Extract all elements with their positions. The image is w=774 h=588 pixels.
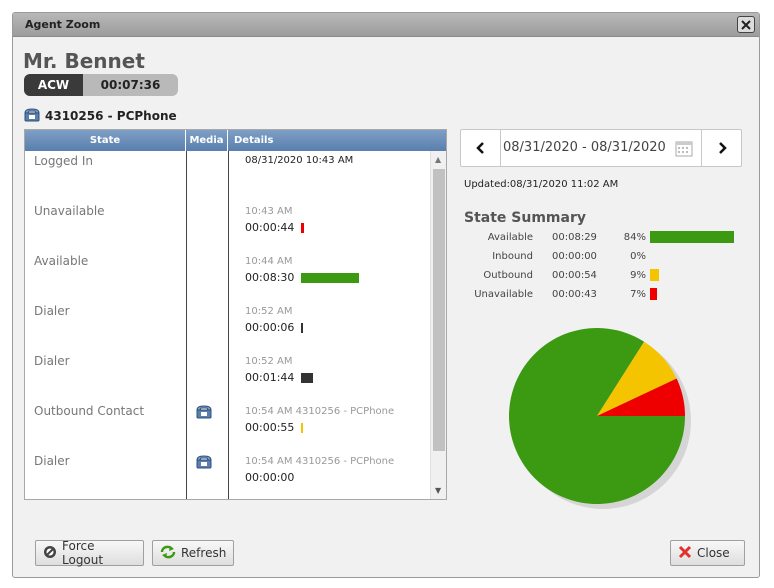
agent-state: ACW — [24, 74, 83, 96]
title-bar: Agent Zoom — [13, 13, 759, 37]
table-row[interactable]: Unavailable 10:43 AM 00:00:44 — [25, 204, 430, 254]
summary-label: Available — [487, 232, 533, 243]
summary-time: 00:08:29 — [552, 232, 597, 243]
agent-name: Mr. Bennet — [23, 49, 145, 73]
agent-state-badge: ACW 00:07:36 — [24, 74, 178, 96]
row-state: Logged In — [34, 154, 94, 168]
phone-icon — [196, 454, 212, 473]
summary-row: Available 00:08:29 84% — [464, 231, 744, 245]
close-button[interactable]: Close — [670, 540, 745, 566]
row-time: 10:54 AM 4310256 - PCPhone — [245, 406, 395, 417]
refresh-label: Refresh — [181, 546, 227, 560]
col-header-state[interactable]: State — [25, 130, 186, 151]
row-state: Dialer — [34, 354, 70, 368]
row-duration: 00:00:00 — [245, 471, 295, 484]
date-range-input[interactable]: 08/31/2020 - 08/31/2020 — [503, 140, 666, 155]
row-state: Dialer — [34, 304, 70, 318]
table-row[interactable]: Logged In 08/31/2020 10:43 AM — [25, 154, 430, 204]
row-state: Available — [34, 254, 89, 268]
agent-state-time: 00:07:36 — [83, 74, 178, 96]
updated-timestamp: Updated:08/31/2020 11:02 AM — [464, 179, 619, 190]
table-row[interactable]: Dialer 10:54 AM 4310256 - PCPhone 00:00:00 — [25, 454, 430, 499]
force-logout-button[interactable]: Force Logout — [35, 539, 144, 567]
scroll-thumb[interactable] — [433, 169, 445, 451]
summary-bar — [650, 269, 659, 281]
summary-row: Unavailable 00:00:43 7% — [464, 288, 744, 302]
prev-date-button[interactable] — [461, 130, 501, 166]
summary-label: Unavailable — [474, 289, 533, 300]
row-time: 10:54 AM 4310256 - PCPhone — [245, 456, 395, 467]
summary-time: 00:00:54 — [552, 270, 597, 281]
row-state: Unavailable — [34, 204, 105, 218]
state-history-table: State Media Details Logged In 08/31/2020 … — [24, 129, 447, 500]
row-time: 08/31/2020 10:43 AM — [245, 155, 354, 166]
row-duration: 00:01:44 — [245, 371, 295, 384]
summary-percent: 0% — [630, 251, 646, 262]
row-duration: 00:00:06 — [245, 321, 295, 334]
table-row[interactable]: Outbound Contact 10:54 AM 4310256 - PCPho… — [25, 404, 430, 454]
summary-bar — [650, 231, 734, 243]
phone-icon — [196, 404, 212, 423]
summary-percent: 84% — [623, 232, 646, 243]
row-time: 10:52 AM — [245, 356, 293, 367]
row-state: Outbound Contact — [34, 404, 145, 418]
agent-phone: 4310256 - PCPhone — [24, 107, 177, 126]
duration-bar — [301, 373, 313, 383]
summary-label: Outbound — [483, 270, 533, 281]
next-date-button[interactable] — [701, 130, 741, 166]
summary-time: 00:00:00 — [552, 251, 597, 262]
row-time: 10:44 AM — [245, 256, 293, 267]
summary-row: Inbound 00:00:00 0% — [464, 250, 744, 264]
phone-icon — [24, 107, 40, 126]
window-title: Agent Zoom — [25, 18, 101, 31]
table-scrollbar[interactable]: ▲ ▼ — [430, 151, 446, 499]
row-duration: 00:00:55 — [245, 421, 295, 434]
table-row[interactable]: Dialer 10:52 AM 00:01:44 — [25, 354, 430, 404]
table-row[interactable]: Available 10:44 AM 00:08:30 — [25, 254, 430, 304]
scroll-down-icon[interactable]: ▼ — [435, 486, 441, 495]
close-icon[interactable] — [737, 16, 755, 33]
calendar-icon[interactable] — [675, 140, 693, 161]
table-row[interactable]: Dialer 10:52 AM 00:00:06 — [25, 304, 430, 354]
duration-bar — [301, 423, 303, 433]
duration-bar — [301, 223, 304, 233]
chevron-right-icon — [718, 142, 727, 154]
row-time: 10:43 AM — [245, 206, 293, 217]
summary-title: State Summary — [464, 210, 586, 226]
summary-percent: 9% — [630, 270, 646, 281]
agent-zoom-dialog: Agent Zoom Mr. Bennet ACW 00:07:36 43102… — [12, 12, 760, 578]
scroll-up-icon[interactable]: ▲ — [435, 155, 441, 164]
table-body: Logged In 08/31/2020 10:43 AM Unavailable 1… — [25, 151, 430, 499]
date-range-picker: 08/31/2020 - 08/31/2020 — [460, 129, 742, 167]
agent-phone-label: 4310256 - PCPhone — [45, 109, 177, 123]
summary-time: 00:00:43 — [552, 289, 597, 300]
refresh-button[interactable]: Refresh — [152, 540, 234, 566]
close-x-icon — [678, 545, 692, 562]
row-duration: 00:00:44 — [245, 221, 295, 234]
close-label: Close — [697, 546, 730, 560]
summary-label: Inbound — [492, 251, 533, 262]
row-duration: 00:08:30 — [245, 271, 295, 284]
duration-bar — [301, 323, 303, 333]
row-state: Dialer — [34, 454, 70, 468]
summary-bar — [650, 288, 657, 300]
table-header: State Media Details — [25, 130, 446, 151]
row-time: 10:52 AM — [245, 306, 293, 317]
col-header-media[interactable]: Media — [186, 130, 228, 151]
summary-percent: 7% — [630, 289, 646, 300]
duration-bar — [301, 273, 359, 283]
chevron-left-icon — [475, 142, 484, 154]
refresh-icon — [160, 545, 176, 562]
col-header-details[interactable]: Details — [228, 130, 446, 151]
summary-row: Outbound 00:00:54 9% — [464, 269, 744, 283]
block-icon — [43, 545, 57, 562]
state-pie-chart — [509, 328, 691, 509]
force-logout-label: Force Logout — [62, 539, 104, 567]
